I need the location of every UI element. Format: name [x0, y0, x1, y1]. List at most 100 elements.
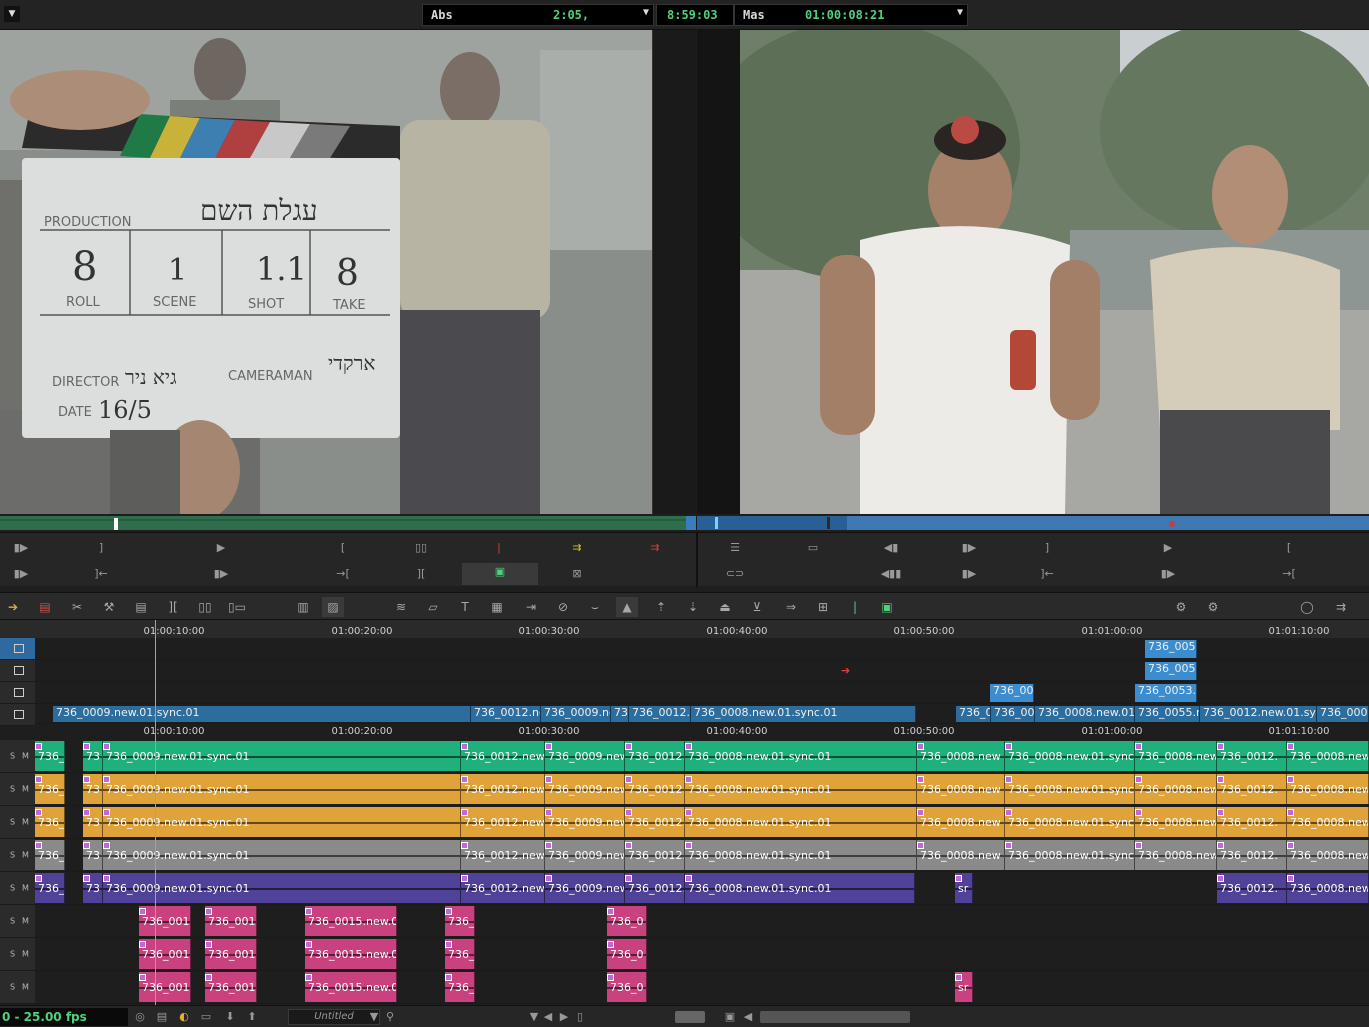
- monitor-icon[interactable]: ▣: [876, 597, 898, 617]
- track-header-a4[interactable]: SM: [0, 839, 35, 872]
- clear-marks-icon[interactable]: ▯▯: [410, 539, 432, 557]
- track-header-a3[interactable]: SM: [0, 806, 35, 839]
- chevron-down-icon[interactable]: ▼: [957, 7, 963, 18]
- zoom-slider[interactable]: [675, 1011, 705, 1023]
- audio-clip[interactable]: 736_0012.n: [625, 741, 685, 771]
- audio-clip[interactable]: 73: [83, 741, 103, 771]
- sync-marker[interactable]: [1287, 743, 1294, 750]
- sync-marker[interactable]: [625, 776, 632, 783]
- audio-clip[interactable]: 736_0008.new.01.sync.0: [1005, 774, 1135, 804]
- audio-clip[interactable]: 736_0009.new: [545, 774, 625, 804]
- sync-marker[interactable]: [545, 875, 552, 882]
- video-clip[interactable]: 736_005: [991, 706, 1035, 722]
- chevron-left-icon[interactable]: ◀: [540, 1009, 556, 1025]
- audio-clip[interactable]: 736_0008.new.: [1287, 873, 1369, 903]
- sync-marker[interactable]: [625, 842, 632, 849]
- audio-clip[interactable]: 736_0008.new.01.sync.01: [685, 807, 917, 837]
- audio-clip[interactable]: 736_0009.new.01.sync.01: [103, 840, 461, 870]
- settings-icon[interactable]: ≋: [390, 597, 412, 617]
- audio-clip[interactable]: 736_0012.: [1217, 774, 1287, 804]
- color-correct-icon[interactable]: ▦: [486, 597, 508, 617]
- target-icon[interactable]: ◎: [132, 1009, 148, 1025]
- audio-clip[interactable]: 736_: [445, 972, 475, 1002]
- sync-marker[interactable]: [305, 908, 312, 915]
- audio-clip[interactable]: 736_0015.new.0: [305, 906, 397, 936]
- record-icon[interactable]: ◯: [1296, 597, 1318, 617]
- audio-clip[interactable]: 736_0008.new.01.sync.0: [1005, 840, 1135, 870]
- play-icon[interactable]: ▶: [1157, 539, 1179, 557]
- frame-icon[interactable]: ▭: [802, 539, 824, 557]
- go-to-in-point-icon[interactable]: →[: [332, 565, 354, 583]
- play-icon[interactable]: ▶: [210, 539, 232, 557]
- mountain-icon[interactable]: ▲: [616, 597, 638, 617]
- audio-clip[interactable]: 736_0008.new.: [1287, 741, 1369, 771]
- upload-icon[interactable]: ⏏: [714, 597, 736, 617]
- mute-toggle[interactable]: M: [22, 983, 29, 992]
- sync-marker[interactable]: [205, 908, 212, 915]
- rewind-icon[interactable]: ◀▮: [880, 539, 902, 557]
- audio-clip[interactable]: 736_0008.new: [917, 840, 1005, 870]
- sync-marker[interactable]: [955, 974, 962, 981]
- sync-marker[interactable]: [917, 743, 924, 750]
- sync-marker[interactable]: [35, 809, 42, 816]
- sync-marker[interactable]: [545, 776, 552, 783]
- solo-toggle[interactable]: S: [10, 785, 15, 794]
- sync-marker[interactable]: [1005, 743, 1012, 750]
- render-icon[interactable]: ⊻: [746, 597, 768, 617]
- track-header-a1[interactable]: SM: [0, 740, 35, 773]
- sync-marker[interactable]: [83, 776, 90, 783]
- audio-clip[interactable]: 736_0008.new.: [1135, 741, 1217, 771]
- audio-clip[interactable]: 736_0008.new.01.sync.01: [685, 774, 917, 804]
- sync-marker[interactable]: [1005, 809, 1012, 816]
- chat-icon[interactable]: ▭: [198, 1009, 214, 1025]
- mute-toggle[interactable]: M: [22, 752, 29, 761]
- audio-clip[interactable]: 736_0009.new.01.sync.01: [103, 741, 461, 771]
- play-reverse-icon[interactable]: ▮▶: [10, 565, 32, 583]
- chevron-down-icon[interactable]: ▼: [643, 7, 649, 18]
- sync-marker[interactable]: [1135, 842, 1142, 849]
- timeline-scrollbar[interactable]: [760, 1011, 910, 1023]
- sync-marker[interactable]: [1005, 842, 1012, 849]
- video-clip[interactable]: 736_0055.n: [1135, 706, 1200, 722]
- mark-out-icon[interactable]: ]: [1036, 539, 1058, 557]
- video-clip[interactable]: 736_0054: [1145, 640, 1197, 658]
- sync-marker[interactable]: [35, 842, 42, 849]
- audio-clip[interactable]: 736_0012.n: [625, 774, 685, 804]
- solo-toggle[interactable]: S: [10, 884, 15, 893]
- video-clip[interactable]: 736_0053.: [1145, 662, 1197, 680]
- sync-marker[interactable]: [607, 908, 614, 915]
- audio-clip[interactable]: 736_0012.: [1217, 741, 1287, 771]
- disable-icon[interactable]: ⊘: [552, 597, 574, 617]
- track-header-a8[interactable]: SM: [0, 971, 35, 1004]
- audio-clip[interactable]: 736_0009.new: [545, 840, 625, 870]
- video-clip[interactable]: 736_0008.new.01.sync.01: [691, 706, 916, 722]
- sync-marker[interactable]: [461, 842, 468, 849]
- sync-marker[interactable]: [625, 809, 632, 816]
- sync-marker[interactable]: [545, 842, 552, 849]
- audio-clip[interactable]: 736_0008.new: [917, 741, 1005, 771]
- chevron-down-icon[interactable]: ▼: [366, 1009, 382, 1025]
- lift-icon[interactable]: ⇡: [650, 597, 672, 617]
- mark-in-icon[interactable]: [: [1278, 539, 1300, 557]
- video-clip[interactable]: 736_0053.n: [1135, 684, 1197, 702]
- sync-marker[interactable]: [917, 776, 924, 783]
- sync-marker[interactable]: [1217, 875, 1224, 882]
- video-clip[interactable]: 736_0: [956, 706, 991, 722]
- sync-marker[interactable]: [103, 875, 110, 882]
- audio-clip[interactable]: 736_0012.: [1217, 807, 1287, 837]
- audio-clip[interactable]: 736_0012.n: [625, 840, 685, 870]
- audio-clip[interactable]: 736_0008.new: [917, 774, 1005, 804]
- sync-marker[interactable]: [685, 776, 692, 783]
- go-to-in-icon[interactable]: ▮▶: [210, 565, 232, 583]
- sync-marker[interactable]: [1135, 743, 1142, 750]
- sync-marker[interactable]: [685, 842, 692, 849]
- video-clip[interactable]: 736_0008.new.01.s: [1035, 706, 1135, 722]
- sync-marker[interactable]: [103, 743, 110, 750]
- sync-marker[interactable]: [1217, 809, 1224, 816]
- audio-clip[interactable]: 736_0008.new: [917, 807, 1005, 837]
- chevron-right-icon[interactable]: ▶: [556, 1009, 572, 1025]
- solo-toggle[interactable]: S: [10, 851, 15, 860]
- sync-marker[interactable]: [1005, 776, 1012, 783]
- grid-icon[interactable]: ▥: [292, 597, 314, 617]
- sync-marker[interactable]: [83, 809, 90, 816]
